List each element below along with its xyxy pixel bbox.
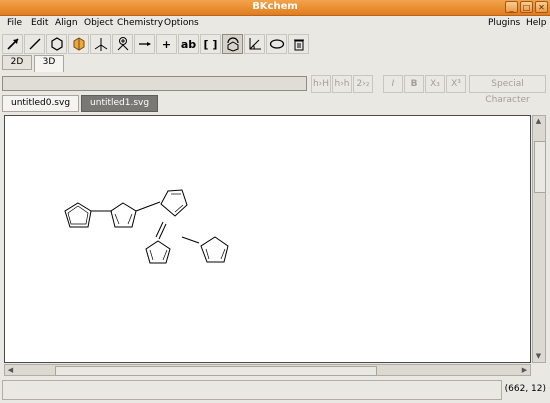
h-to-h-button[interactable]: h›h (332, 75, 352, 93)
close-button[interactable]: ✕ (535, 1, 548, 13)
plus-tool-icon[interactable]: + (156, 34, 177, 54)
status-message (2, 380, 502, 400)
template-tool-icon[interactable] (90, 34, 111, 54)
menu-help[interactable]: Help (526, 18, 547, 28)
oval-tool-icon[interactable] (266, 34, 287, 54)
menu-plugins[interactable]: Plugins (488, 18, 520, 28)
menu-edit[interactable]: Edit (31, 18, 48, 28)
text-entry-field[interactable] (2, 76, 307, 91)
rotate-tool-icon[interactable] (222, 34, 243, 54)
horizontal-scroll-thumb[interactable] (55, 366, 377, 376)
mode-3d-button[interactable]: 3D (34, 55, 64, 72)
menu-options[interactable]: Options (164, 18, 199, 28)
window-title: BKchem (252, 1, 298, 12)
mode-2d-button[interactable]: 2D (2, 55, 32, 70)
subscript-button[interactable]: X₃ (425, 75, 445, 93)
italic-button[interactable]: I (383, 75, 403, 93)
scroll-left-icon[interactable]: ◀ (5, 365, 16, 375)
molecule-drawing (64, 189, 229, 264)
title-bar: BKchem _ □ ✕ (0, 0, 550, 16)
tool-bar: + ab [ ] (2, 34, 309, 54)
document-tabs: untitled0.svg untitled1.svg (2, 95, 159, 112)
superscript-button[interactable]: X³ (446, 75, 466, 93)
bold-button[interactable]: B (404, 75, 424, 93)
scroll-right-icon[interactable]: ▶ (519, 365, 530, 375)
horizontal-scrollbar[interactable]: ◀ ▶ (4, 364, 531, 376)
status-bar: (662, 12) (2, 379, 548, 401)
menu-object[interactable]: Object (84, 18, 113, 28)
vertical-scroll-thumb[interactable] (534, 141, 546, 193)
menu-file[interactable]: File (7, 18, 22, 28)
vector-tool-icon[interactable] (68, 34, 89, 54)
menu-align[interactable]: Align (55, 18, 78, 28)
text-edit-bar: h›H h›h 2›₂ I B X₃ X³ Special Character (2, 74, 548, 105)
ring-tool-icon[interactable] (46, 34, 67, 54)
scroll-up-icon[interactable]: ▲ (533, 116, 544, 127)
text-tool-icon[interactable]: ab (178, 34, 199, 54)
h-to-H-button[interactable]: h›H (311, 75, 331, 93)
drawing-canvas[interactable] (4, 115, 531, 363)
charge-tool-icon[interactable] (112, 34, 133, 54)
tab-untitled1[interactable]: untitled1.svg (81, 95, 159, 112)
vertical-scrollbar[interactable]: ▲ ▼ (532, 115, 546, 363)
mode-bar: 2D 3D (2, 55, 64, 72)
maximize-button[interactable]: □ (520, 1, 533, 13)
subscript-number-button[interactable]: 2›₂ (353, 75, 373, 93)
delete-tool-icon[interactable] (288, 34, 309, 54)
cursor-coordinates: (662, 12) (504, 384, 546, 394)
arrow-tool-icon[interactable] (2, 34, 23, 54)
bond-tool-icon[interactable] (24, 34, 45, 54)
bracket-tool-icon[interactable]: [ ] (200, 34, 221, 54)
angle-tool-icon[interactable] (244, 34, 265, 54)
scroll-down-icon[interactable]: ▼ (533, 351, 544, 362)
reaction-arrow-icon[interactable] (134, 34, 155, 54)
menu-bar: File Edit Align Object Chemistry Options… (0, 16, 550, 32)
special-character-button[interactable]: Special Character (469, 75, 546, 105)
minimize-button[interactable]: _ (505, 1, 518, 13)
menu-chemistry[interactable]: Chemistry (117, 18, 163, 28)
tab-untitled0[interactable]: untitled0.svg (2, 95, 80, 112)
